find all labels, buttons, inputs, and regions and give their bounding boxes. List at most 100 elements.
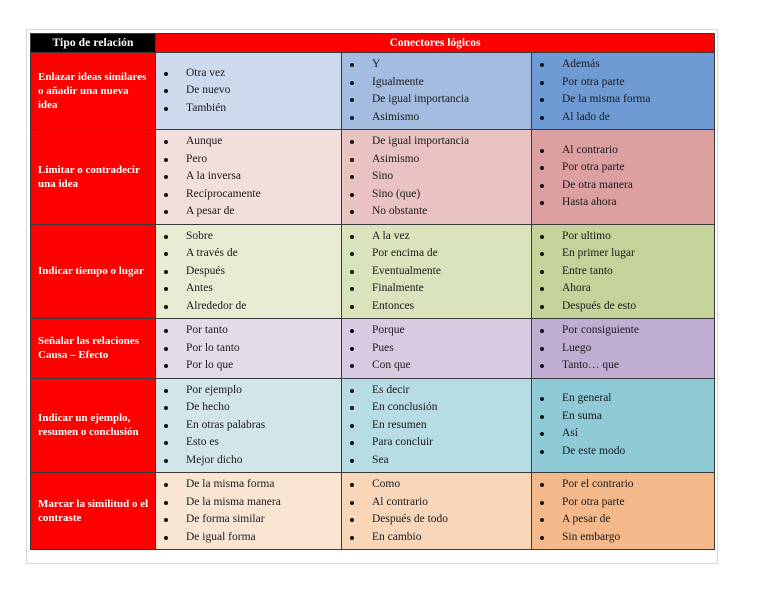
list-item: Antes: [160, 280, 339, 298]
connector-list: Es decir En conclusión En resumen Para conc…: [346, 382, 529, 470]
connector-list: Por tanto Por lo tanto Por lo que: [160, 322, 339, 375]
table-row: Indicar un ejemplo, resumen o conclusión…: [30, 377, 716, 473]
list-item: Al contrario: [536, 142, 712, 160]
list-item: No obstante: [346, 203, 529, 221]
table-row: Indicar tiempo o lugar Sobre A través de De…: [30, 223, 716, 319]
list-item: Por ejemplo: [160, 382, 339, 400]
list-item: Asimismo: [346, 109, 529, 127]
connector-cell: Aunque Pero A la inversa Recíprocamente A pe…: [155, 129, 342, 225]
row-label-cell: Indicar un ejemplo, resumen o conclusión: [30, 377, 156, 473]
list-item: Entonces: [346, 298, 529, 316]
list-item: Tanto… que: [536, 357, 712, 375]
connector-list: Por consiguiente Luego Tanto… que: [536, 322, 712, 375]
list-item: Luego: [536, 340, 712, 358]
list-item: De igual importancia: [346, 91, 529, 109]
list-item: De igual forma: [160, 529, 339, 547]
list-item: Sin embargo: [536, 529, 712, 547]
list-item: A la vez: [346, 228, 529, 246]
list-item: Al contrario: [346, 494, 529, 512]
list-item: Sino: [346, 168, 529, 186]
list-item: Por otra parte: [536, 494, 712, 512]
connector-cell: De igual importancia Asimismo Sino Sino (qu…: [341, 129, 532, 225]
connector-list: Por el contrario Por otra parte A pesar de…: [536, 476, 712, 546]
list-item: Otra vez: [160, 65, 339, 83]
connector-list: Y Igualmente De igual importancia Asimismo: [346, 56, 529, 126]
connector-cell: Además Por otra parte De la misma forma Al …: [530, 52, 716, 130]
list-item: De hecho: [160, 399, 339, 417]
connector-cell: Por el contrario Por otra parte A pesar de…: [530, 472, 716, 550]
list-item: Por tanto: [160, 322, 339, 340]
connector-cell: Sobre A través de Después Antes Alrededor de: [155, 223, 342, 319]
list-item: Por consiguiente: [536, 322, 712, 340]
list-item: Para concluir: [346, 434, 529, 452]
table-row: Enlazar ideas similares o añadir una nue…: [30, 52, 716, 130]
list-item: A través de: [160, 245, 339, 263]
connector-cell: Por consiguiente Luego Tanto… que: [530, 318, 716, 379]
table-row: Señalar las relaciones Causa – Efecto Por…: [30, 318, 716, 379]
connector-cell: Por ultimo En primer lugar Entre tanto Ahor…: [530, 223, 716, 319]
list-item: Como: [346, 476, 529, 494]
list-item: Después: [160, 263, 339, 281]
list-item: De este modo: [536, 443, 712, 461]
list-item: En resumen: [346, 417, 529, 435]
list-item: A la inversa: [160, 168, 339, 186]
list-item: Por otra parte: [536, 159, 712, 177]
table-header-row: Tipo de relación Conectores lógicos: [30, 33, 716, 53]
list-item: En conclusión: [346, 399, 529, 417]
list-item: De la misma forma: [160, 476, 339, 494]
list-item: Hasta ahora: [536, 194, 712, 212]
list-item: De la misma forma: [536, 91, 712, 109]
connector-list: Sobre A través de Después Antes Alrededor de: [160, 228, 339, 316]
list-item: De nuevo: [160, 82, 339, 100]
connector-list: Además Por otra parte De la misma forma Al …: [536, 56, 712, 126]
list-item: De la misma manera: [160, 494, 339, 512]
list-item: Después de todo: [346, 511, 529, 529]
list-item: Recíprocamente: [160, 186, 339, 204]
connector-list: En general En suma Así De este modo: [536, 390, 712, 460]
list-item: Asimismo: [346, 151, 529, 169]
connector-cell: Por tanto Por lo tanto Por lo que: [155, 318, 342, 379]
list-item: Igualmente: [346, 74, 529, 92]
connector-list: Por ultimo En primer lugar Entre tanto Ahor…: [536, 228, 712, 316]
list-item: Sobre: [160, 228, 339, 246]
list-item: A pesar de: [160, 203, 339, 221]
list-item: Aunque: [160, 133, 339, 151]
connector-list: Porque Pues Con que: [346, 322, 529, 375]
list-item: Y: [346, 56, 529, 74]
list-item: Alrededor de: [160, 298, 339, 316]
list-item: Mejor dicho: [160, 452, 339, 470]
list-item: En otras palabras: [160, 417, 339, 435]
list-item: Por lo tanto: [160, 340, 339, 358]
connector-list: A la vez Por encima de Eventualmente Finalm…: [346, 228, 529, 316]
connector-list: De igual importancia Asimismo Sino Sino (qu…: [346, 133, 529, 221]
list-item: En cambio: [346, 529, 529, 547]
list-item: A pesar de: [536, 511, 712, 529]
row-label-cell: Enlazar ideas similares o añadir una nue…: [30, 52, 156, 130]
list-item: Por otra parte: [536, 74, 712, 92]
connector-cell: En general En suma Así De este modo: [530, 377, 716, 473]
row-label-cell: Señalar las relaciones Causa – Efecto: [30, 318, 156, 379]
header-cell-type: Tipo de relación: [30, 33, 156, 53]
list-item: En primer lugar: [536, 245, 712, 263]
row-label-cell: Marcar la similitud o el contraste: [30, 472, 156, 550]
row-label-cell: Indicar tiempo o lugar: [30, 223, 156, 319]
logical-connectors-table: Tipo de relación Conectores lógicos Enlaza…: [30, 33, 716, 550]
list-item: Es decir: [346, 382, 529, 400]
connector-cell: A la vez Por encima de Eventualmente Finalm…: [341, 223, 532, 319]
connector-cell: Otra vez De nuevo También: [155, 52, 342, 130]
connector-cell: Al contrario Por otra parte De otra manera…: [530, 129, 716, 225]
list-item: Por encima de: [346, 245, 529, 263]
list-item: Pero: [160, 151, 339, 169]
list-item: Entre tanto: [536, 263, 712, 281]
list-item: En suma: [536, 408, 712, 426]
list-item: Sea: [346, 452, 529, 470]
connector-list: Por ejemplo De hecho En otras palabras Esto…: [160, 382, 339, 470]
connector-cell: Es decir En conclusión En resumen Para conc…: [341, 377, 532, 473]
list-item: De igual importancia: [346, 133, 529, 151]
row-label-cell: Limitar o contradecir una idea: [30, 129, 156, 225]
list-item: Por ultimo: [536, 228, 712, 246]
connector-cell: Como Al contrario Después de todo En cambio: [341, 472, 532, 550]
table-row: Marcar la similitud o el contraste De la …: [30, 472, 716, 550]
list-item: Porque: [346, 322, 529, 340]
connector-cell: Porque Pues Con que: [341, 318, 532, 379]
